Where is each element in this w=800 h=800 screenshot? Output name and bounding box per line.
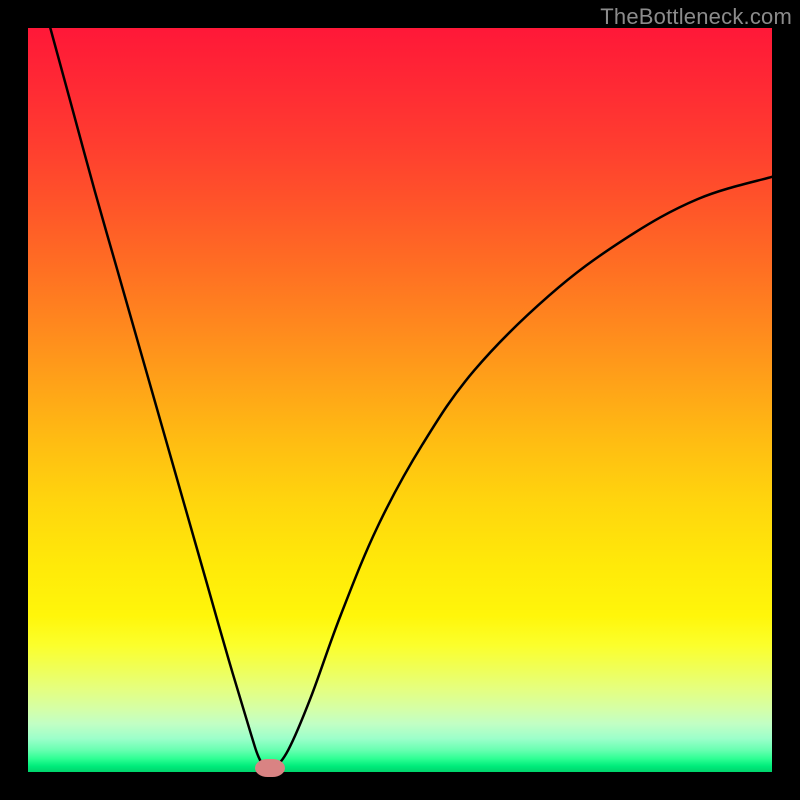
chart-frame: TheBottleneck.com <box>0 0 800 800</box>
plot-area <box>28 28 772 772</box>
watermark-text: TheBottleneck.com <box>600 4 792 30</box>
minimum-marker <box>255 759 285 777</box>
bottleneck-curve <box>28 28 772 772</box>
